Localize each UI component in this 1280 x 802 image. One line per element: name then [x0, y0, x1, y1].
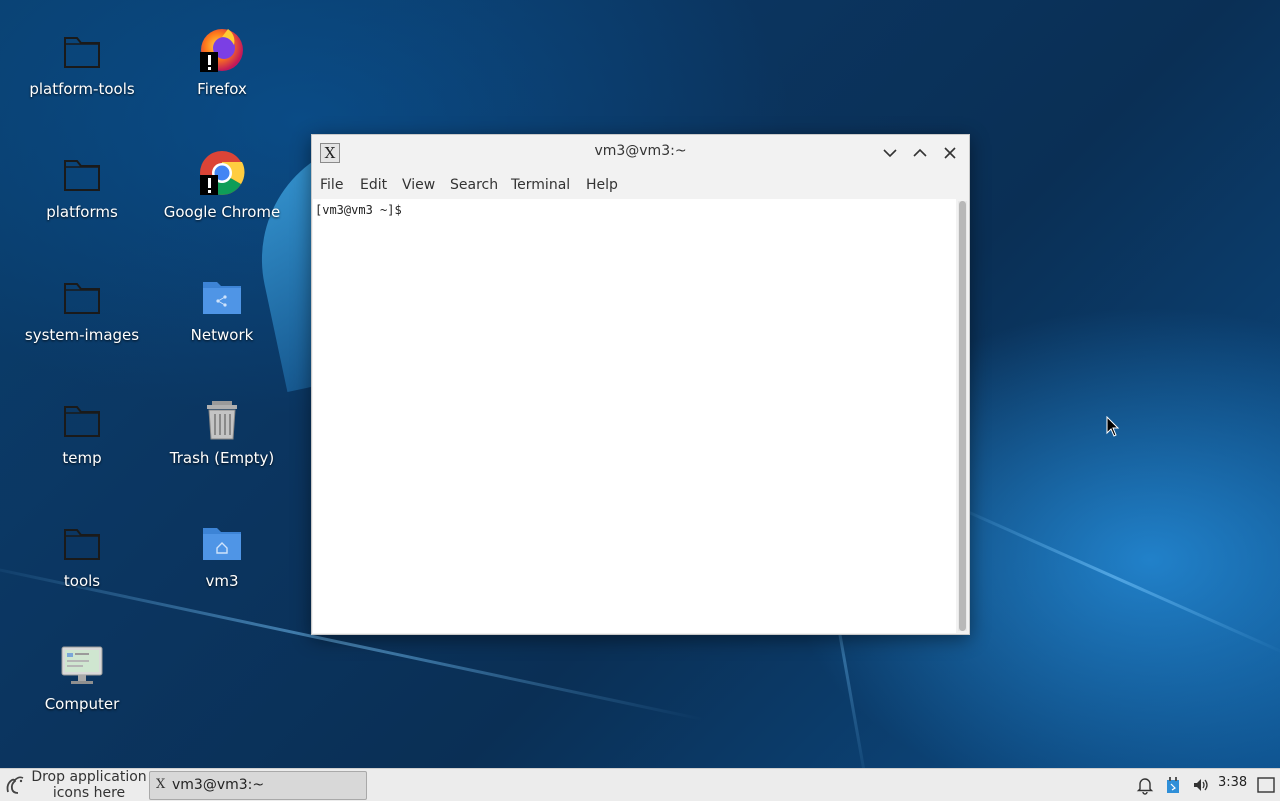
desktop-icon-label: Trash (Empty)	[169, 449, 275, 467]
menu-help[interactable]: Help	[586, 177, 618, 193]
desktop-icon-trash[interactable]: Trash (Empty)	[152, 377, 292, 477]
desktop-icon-label: platforms	[46, 203, 118, 221]
network-status-button[interactable]	[1163, 775, 1183, 795]
network-status-icon	[1167, 777, 1179, 793]
clock[interactable]: 3:38	[1218, 775, 1247, 790]
mouse-cursor-icon	[1106, 416, 1120, 437]
desktop-icon-label: tools	[63, 572, 101, 590]
desktop-icon-label: Google Chrome	[163, 203, 281, 221]
volume-button[interactable]	[1191, 775, 1211, 795]
firefox-icon	[198, 26, 246, 74]
desktop-icon-label: vm3	[205, 572, 239, 590]
bell-icon	[1136, 778, 1154, 795]
network-folder-icon	[198, 272, 246, 320]
folder-icon	[58, 395, 106, 443]
chevron-down-icon	[883, 149, 897, 158]
notifications-button[interactable]	[1135, 775, 1155, 795]
folder-icon	[58, 518, 106, 566]
desktop-icon-platforms[interactable]: platforms	[12, 131, 152, 231]
close-button[interactable]	[938, 141, 962, 165]
terminal-output[interactable]: [vm3@vm3 ~]$	[313, 199, 956, 633]
desktop-icon-system-images[interactable]: system-images	[12, 254, 152, 354]
desktop-icon-label: Firefox	[197, 80, 247, 98]
desktop-background: platform-tools Firefox platforms Google …	[0, 0, 1280, 768]
desktop-icon-platform-tools[interactable]: platform-tools	[12, 8, 152, 108]
wallpaper-streak	[939, 498, 1280, 656]
volume-icon	[1194, 779, 1208, 791]
chevron-up-icon	[913, 148, 927, 157]
desktop-icon-tools[interactable]: tools	[12, 500, 152, 600]
minimize-button[interactable]	[878, 141, 902, 165]
folder-icon	[58, 149, 106, 197]
menu-bar: File Edit View Search Terminal Help	[312, 173, 969, 199]
applications-menu-button[interactable]	[2, 772, 28, 798]
folder-icon	[58, 272, 106, 320]
desktop-icon-label: system-images	[24, 326, 140, 344]
trash-icon	[198, 395, 246, 443]
close-icon	[944, 147, 956, 159]
menu-file[interactable]: File	[320, 177, 343, 193]
window-title: vm3@vm3:~	[594, 143, 687, 159]
desktop-icon-temp[interactable]: temp	[12, 377, 152, 477]
desktop-icon-vm3[interactable]: vm3	[152, 500, 292, 600]
menu-view[interactable]: View	[402, 177, 435, 193]
menu-search[interactable]: Search	[450, 177, 498, 193]
desktop-icon-label: platform-tools	[29, 80, 135, 98]
taskbar-window-title: vm3@vm3:~	[172, 777, 265, 793]
terminal-window[interactable]: X vm3@vm3:~ File Edit View Search Termin…	[311, 134, 970, 635]
folder-icon	[58, 26, 106, 74]
desktop-icon-network[interactable]: Network	[152, 254, 292, 354]
scrollbar-thumb[interactable]	[959, 201, 966, 631]
taskbar: Drop application icons here X vm3@vm3:~ …	[0, 768, 1280, 801]
show-desktop-icon	[1257, 777, 1275, 793]
chrome-icon	[198, 149, 246, 197]
window-titlebar[interactable]: X vm3@vm3:~	[312, 135, 969, 171]
home-folder-icon	[198, 518, 246, 566]
menu-edit[interactable]: Edit	[360, 177, 387, 193]
maximize-button[interactable]	[908, 141, 932, 165]
show-desktop-button[interactable]	[1256, 775, 1276, 795]
computer-icon	[58, 641, 106, 689]
shell-prompt: [vm3@vm3 ~]$	[315, 203, 402, 217]
terminal-task-icon: X	[156, 777, 166, 792]
distro-logo-icon	[6, 776, 24, 794]
desktop-icon-label: Computer	[44, 695, 120, 713]
desktop-icon-label: Network	[190, 326, 254, 344]
desktop-icon-computer[interactable]: Computer	[12, 623, 152, 723]
launcher-drop-hint: Drop application icons here	[31, 769, 147, 801]
taskbar-window-button[interactable]: X vm3@vm3:~	[149, 771, 367, 800]
menu-terminal[interactable]: Terminal	[511, 177, 570, 193]
desktop-icon-firefox[interactable]: Firefox	[152, 8, 292, 108]
desktop-icon-label: temp	[62, 449, 102, 467]
terminal-scrollbar[interactable]	[958, 201, 967, 631]
desktop-icon-google-chrome[interactable]: Google Chrome	[152, 131, 292, 231]
